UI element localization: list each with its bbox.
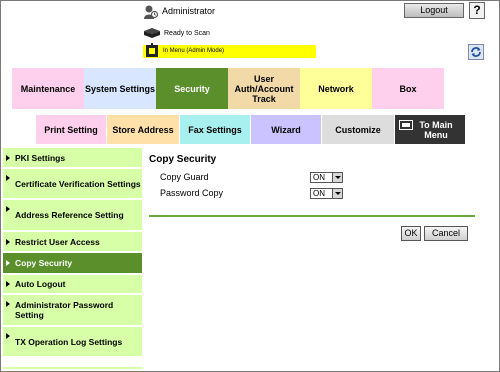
subtab-print-setting[interactable]: Print Setting [36, 115, 106, 144]
subtab-wizard[interactable]: Wizard [251, 115, 321, 144]
mode-text: In Menu (Admin Mode) [163, 48, 225, 54]
main-menu-icon [399, 120, 413, 130]
arrow-right-icon [6, 281, 10, 287]
tab-network[interactable]: Network [300, 68, 372, 109]
tab-box[interactable]: Box [372, 68, 444, 109]
administrator-icon [144, 5, 159, 19]
sidebar-item-pki-settings[interactable]: PKI Settings [3, 148, 142, 168]
chevron-down-icon [332, 189, 342, 198]
tab-security[interactable]: Security [156, 68, 228, 109]
arrow-right-icon [6, 155, 10, 161]
arrow-right-icon [6, 175, 10, 181]
subtab-to-main-menu[interactable]: To Main Menu [395, 115, 465, 144]
subtab-fax-settings[interactable]: Fax Settings [180, 115, 250, 144]
admin-mode-icon [146, 43, 158, 57]
sidebar-bottom-rule [3, 367, 142, 369]
password-copy-select[interactable]: ON [310, 188, 343, 199]
arrow-right-icon [6, 301, 10, 307]
user-label: Administrator [162, 6, 216, 16]
subtab-store-address[interactable]: Store Address [107, 115, 179, 144]
tab-maintenance[interactable]: Maintenance [12, 68, 84, 109]
copy-guard-label: Copy Guard [160, 172, 209, 182]
copy-guard-select[interactable]: ON [310, 172, 343, 183]
sidebar-item-address-reference[interactable]: Address Reference Setting [3, 200, 142, 231]
ok-button[interactable]: OK [401, 226, 421, 241]
chevron-down-icon [332, 173, 342, 182]
help-button[interactable]: ? [469, 2, 485, 19]
sidebar-item-certificate-verification[interactable]: Certificate Verification Settings [3, 169, 142, 199]
sidebar-item-auto-logout[interactable]: Auto Logout [3, 275, 142, 294]
scanner-icon [144, 28, 160, 38]
password-copy-label: Password Copy [160, 188, 224, 198]
status-text: Ready to Scan [164, 30, 210, 37]
refresh-button[interactable] [468, 44, 484, 60]
sidebar-item-restrict-user-access[interactable]: Restrict User Access [3, 232, 142, 252]
arrow-right-icon [6, 260, 10, 266]
subtab-customize[interactable]: Customize [322, 115, 394, 144]
sidebar-item-copy-security[interactable]: Copy Security [3, 253, 142, 274]
logout-button[interactable]: Logout [404, 3, 464, 18]
refresh-icon [471, 47, 481, 57]
content-divider [149, 215, 475, 217]
arrow-right-icon [6, 333, 10, 339]
tab-user-auth-account-track[interactable]: User Auth/Account Track [228, 68, 300, 109]
sidebar-item-administrator-password[interactable]: Administrator Password Setting [3, 295, 142, 326]
sidebar-item-tx-operation-log[interactable]: TX Operation Log Settings [3, 327, 142, 357]
arrow-right-icon [6, 206, 10, 212]
tab-system-settings[interactable]: System Settings [84, 68, 156, 109]
page-title: Copy Security [149, 154, 217, 165]
arrow-right-icon [6, 239, 10, 245]
cancel-button[interactable]: Cancel [424, 226, 468, 241]
